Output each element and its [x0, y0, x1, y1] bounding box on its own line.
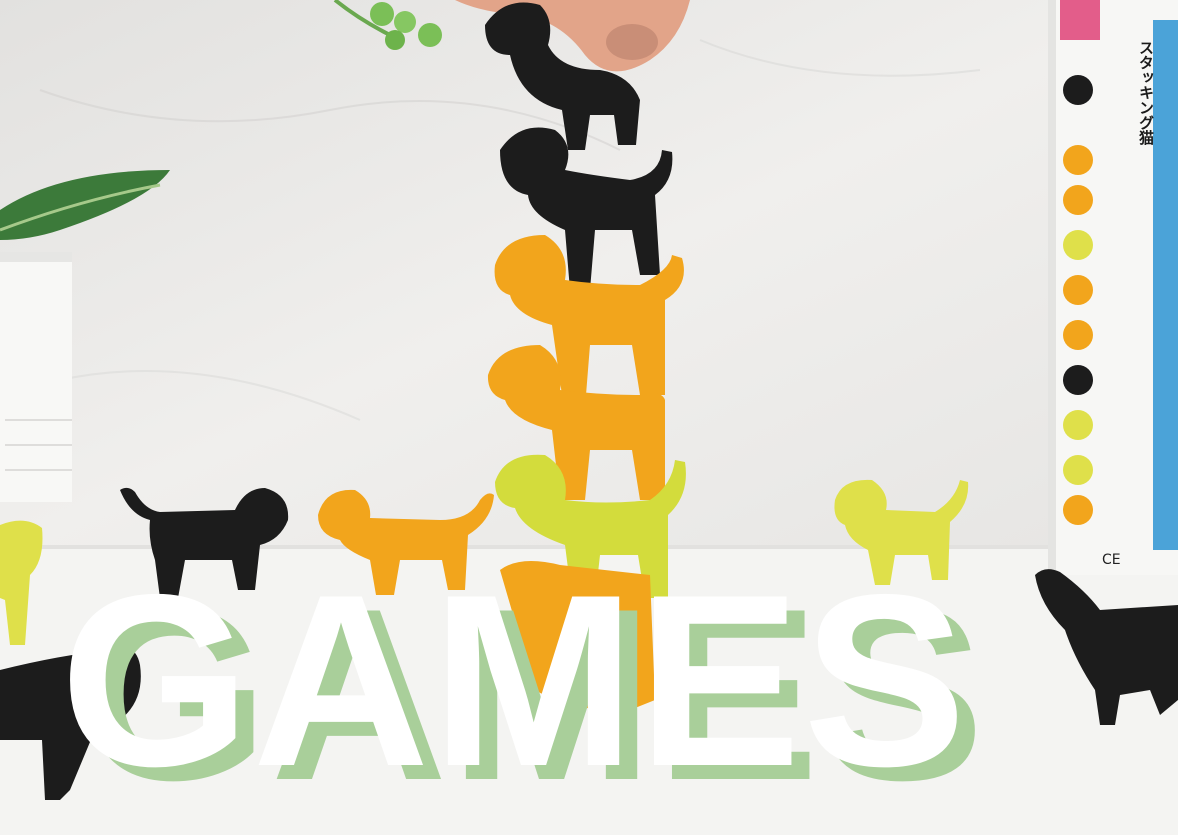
product-box — [1048, 0, 1178, 575]
banner-title: GAMES GAMES — [0, 543, 1178, 817]
product-box-name: スタッキング猫 — [1137, 40, 1155, 145]
games-banner[interactable]: スタッキング猫 CE GAMES GAMES — [0, 0, 1178, 835]
banner-title-text: GAMES — [60, 543, 969, 817]
ce-mark: CE — [1102, 552, 1121, 568]
